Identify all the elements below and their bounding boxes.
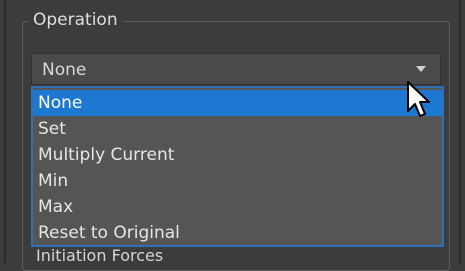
initiation-forces-label: Initiation Forces	[36, 246, 164, 265]
dropdown-option-multiply-current[interactable]: Multiply Current	[33, 142, 442, 168]
dropdown-option-reset-to-original[interactable]: Reset to Original	[33, 220, 442, 246]
panel-right-edge	[459, 0, 461, 263]
operation-group-title: Operation	[28, 9, 123, 31]
operation-dropdown-list[interactable]: None Set Multiply Current Min Max Reset …	[31, 86, 444, 247]
operation-combobox-value: None	[42, 60, 87, 80]
dropdown-option-set[interactable]: Set	[33, 116, 442, 142]
mouse-pointer-icon	[407, 81, 430, 117]
dropdown-option-none[interactable]: None	[33, 90, 442, 116]
dropdown-option-max[interactable]: Max	[33, 194, 442, 220]
chevron-down-icon[interactable]	[416, 66, 426, 72]
dropdown-option-min[interactable]: Min	[33, 168, 442, 194]
panel-left-edge	[4, 0, 6, 263]
operation-combobox[interactable]: None	[31, 53, 441, 85]
